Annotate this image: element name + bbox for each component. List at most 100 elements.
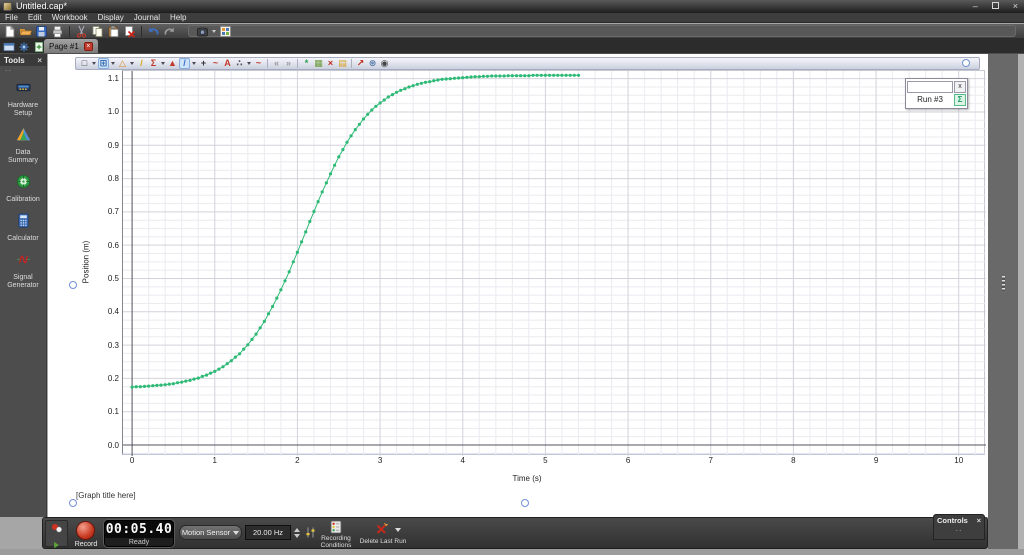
y-tick-label: 0.4 [107, 307, 119, 317]
run-selector-icon[interactable]: Σ [954, 94, 966, 106]
statistics-tool-icon[interactable]: Σ [148, 58, 159, 69]
copy-display-button-icon[interactable]: ▤ [337, 58, 348, 69]
record-button[interactable] [76, 521, 95, 540]
recording-conditions-icon[interactable] [329, 520, 343, 534]
menu-item-workbook[interactable]: Workbook [47, 13, 93, 23]
maximize-button[interactable] [991, 2, 999, 9]
pin-tool-icon[interactable]: ↗ [355, 58, 366, 69]
previous-run-button-icon[interactable]: « [271, 58, 282, 69]
graph-title-placeholder[interactable]: [Graph title here] [76, 491, 136, 500]
slope-tool-icon[interactable]: / [179, 58, 190, 69]
y-axis-label[interactable]: Position (m) [82, 241, 91, 284]
selection-tool-menu-icon[interactable] [92, 62, 96, 65]
visibility-button-icon[interactable]: ◉ [379, 58, 390, 69]
x-tick-label: 2 [295, 456, 300, 465]
recording-conditions-button[interactable]: Recording Conditions [314, 535, 358, 549]
record-mode-icon[interactable] [46, 521, 67, 534]
delta-tool-icon[interactable]: ▲ [167, 58, 178, 69]
toolbar-inset [188, 25, 1016, 37]
divider-grip[interactable] [1002, 276, 1005, 291]
selection-handle-bottom[interactable] [521, 499, 529, 507]
add-display-button-icon[interactable]: * [301, 58, 312, 69]
delete-last-run-icon[interactable] [375, 522, 388, 535]
sensor-dropdown[interactable]: Motion Sensor [179, 525, 242, 540]
controls-panel-grip[interactable]: .. [934, 524, 984, 533]
sample-rate-stepper[interactable] [292, 525, 301, 540]
save-file-icon[interactable] [35, 25, 48, 38]
prediction-tool-icon[interactable]: ~ [253, 58, 264, 69]
sample-rate-field[interactable]: 20.00 Hz [245, 525, 291, 540]
menu-item-help[interactable]: Help [165, 13, 191, 23]
stepper-up-icon[interactable] [293, 527, 300, 532]
selection-handle-bottom-left[interactable] [69, 499, 77, 507]
annotation-tool-icon[interactable]: A [222, 58, 233, 69]
cut-icon[interactable] [75, 25, 88, 38]
data-highlighter-tool-menu-icon[interactable] [130, 62, 134, 65]
multi-coordinates-tool-icon[interactable]: ∴ [234, 58, 245, 69]
tools-panel-grip[interactable]: .. [0, 64, 46, 73]
scale-to-fit-tool-menu-icon[interactable] [111, 62, 115, 65]
curve-fit-tool-icon[interactable]: ~ [210, 58, 221, 69]
close-button[interactable]: × [1013, 0, 1018, 12]
snapshot-menu-icon[interactable] [212, 29, 216, 33]
menu-item-journal[interactable]: Journal [129, 13, 165, 23]
title-bar: Untitled.cap* – × [0, 0, 1024, 13]
selection-handle-top-right[interactable] [962, 59, 970, 67]
open-file-icon[interactable] [19, 25, 33, 38]
properties-button-icon[interactable]: ⊛ [367, 58, 378, 69]
multi-coordinates-tool-menu-icon[interactable] [247, 62, 251, 65]
menu-item-file[interactable]: File [0, 13, 23, 23]
tools-panel-close-icon[interactable]: × [37, 56, 42, 65]
print-icon[interactable] [51, 25, 64, 38]
legend-close-button[interactable]: x [954, 81, 966, 93]
coordinates-tool-icon[interactable]: + [198, 58, 209, 69]
sidebar-item-data-summary[interactable]: Data Summary [0, 127, 46, 165]
workbook-layout-icon[interactable] [219, 25, 232, 38]
plot-area[interactable] [123, 71, 986, 456]
legend-title-field[interactable] [907, 81, 953, 93]
sidebar-item-calibration[interactable]: Calibration [0, 174, 46, 204]
slope-tool-menu-icon[interactable] [192, 62, 196, 65]
undo-icon[interactable] [147, 25, 160, 38]
statistics-tool-menu-icon[interactable] [161, 62, 165, 65]
copy-icon[interactable] [91, 25, 104, 38]
y-tick-label: 0.8 [107, 174, 119, 184]
y-tick-label: 0.3 [107, 340, 119, 350]
redo-icon[interactable] [163, 25, 176, 38]
data-highlighter-tool-icon[interactable]: △ [117, 58, 128, 69]
highlighter-pencil-tool-icon[interactable]: / [136, 58, 147, 69]
delete-page-icon[interactable] [123, 25, 136, 38]
tab-page-1[interactable]: Page #1 × [44, 39, 98, 53]
x-tick-label: 6 [625, 456, 631, 465]
snapshot-icon[interactable] [196, 25, 209, 38]
tab-close-icon[interactable]: × [83, 41, 93, 51]
select-runs-button-icon[interactable]: ▦ [313, 58, 324, 69]
scale-to-fit-tool-icon[interactable]: ⊞ [98, 58, 109, 69]
timer-value: 00:05.40 [105, 522, 173, 537]
minimize-button[interactable]: – [973, 0, 978, 12]
data-series-line [132, 74, 579, 388]
menu-item-display[interactable]: Display [93, 13, 129, 23]
delete-last-run-button[interactable]: Delete Last Run [354, 538, 412, 545]
menu-item-edit[interactable]: Edit [23, 13, 47, 23]
page-options-icon[interactable] [18, 40, 30, 52]
calculator-icon [16, 213, 31, 233]
delete-run-button-icon[interactable]: × [325, 58, 336, 69]
selection-tool-icon[interactable]: □ [79, 58, 90, 69]
sidebar-item-hardware-setup[interactable]: Hardware Setup [0, 80, 46, 118]
next-run-button-icon[interactable]: » [283, 58, 294, 69]
record-button-label: Record [74, 541, 98, 548]
graph-toolbar-separator [297, 59, 298, 68]
stepper-down-icon[interactable] [293, 533, 300, 538]
legend-run-label[interactable]: Run #3 [907, 94, 953, 106]
controls-panel-close-icon[interactable]: × [977, 516, 981, 525]
add-page-icon[interactable] [33, 40, 45, 52]
new-file-icon[interactable] [3, 25, 16, 38]
sidebar-item-signal-generator[interactable]: Signal Generator [0, 252, 46, 290]
x-axis-label[interactable]: Time (s) [122, 474, 932, 483]
paste-icon[interactable] [107, 25, 120, 38]
display-selector-icon[interactable] [3, 40, 15, 52]
delete-last-run-menu-icon[interactable] [395, 528, 401, 532]
sidebar-item-calculator[interactable]: Calculator [0, 213, 46, 243]
selection-handle-left[interactable] [69, 281, 77, 289]
